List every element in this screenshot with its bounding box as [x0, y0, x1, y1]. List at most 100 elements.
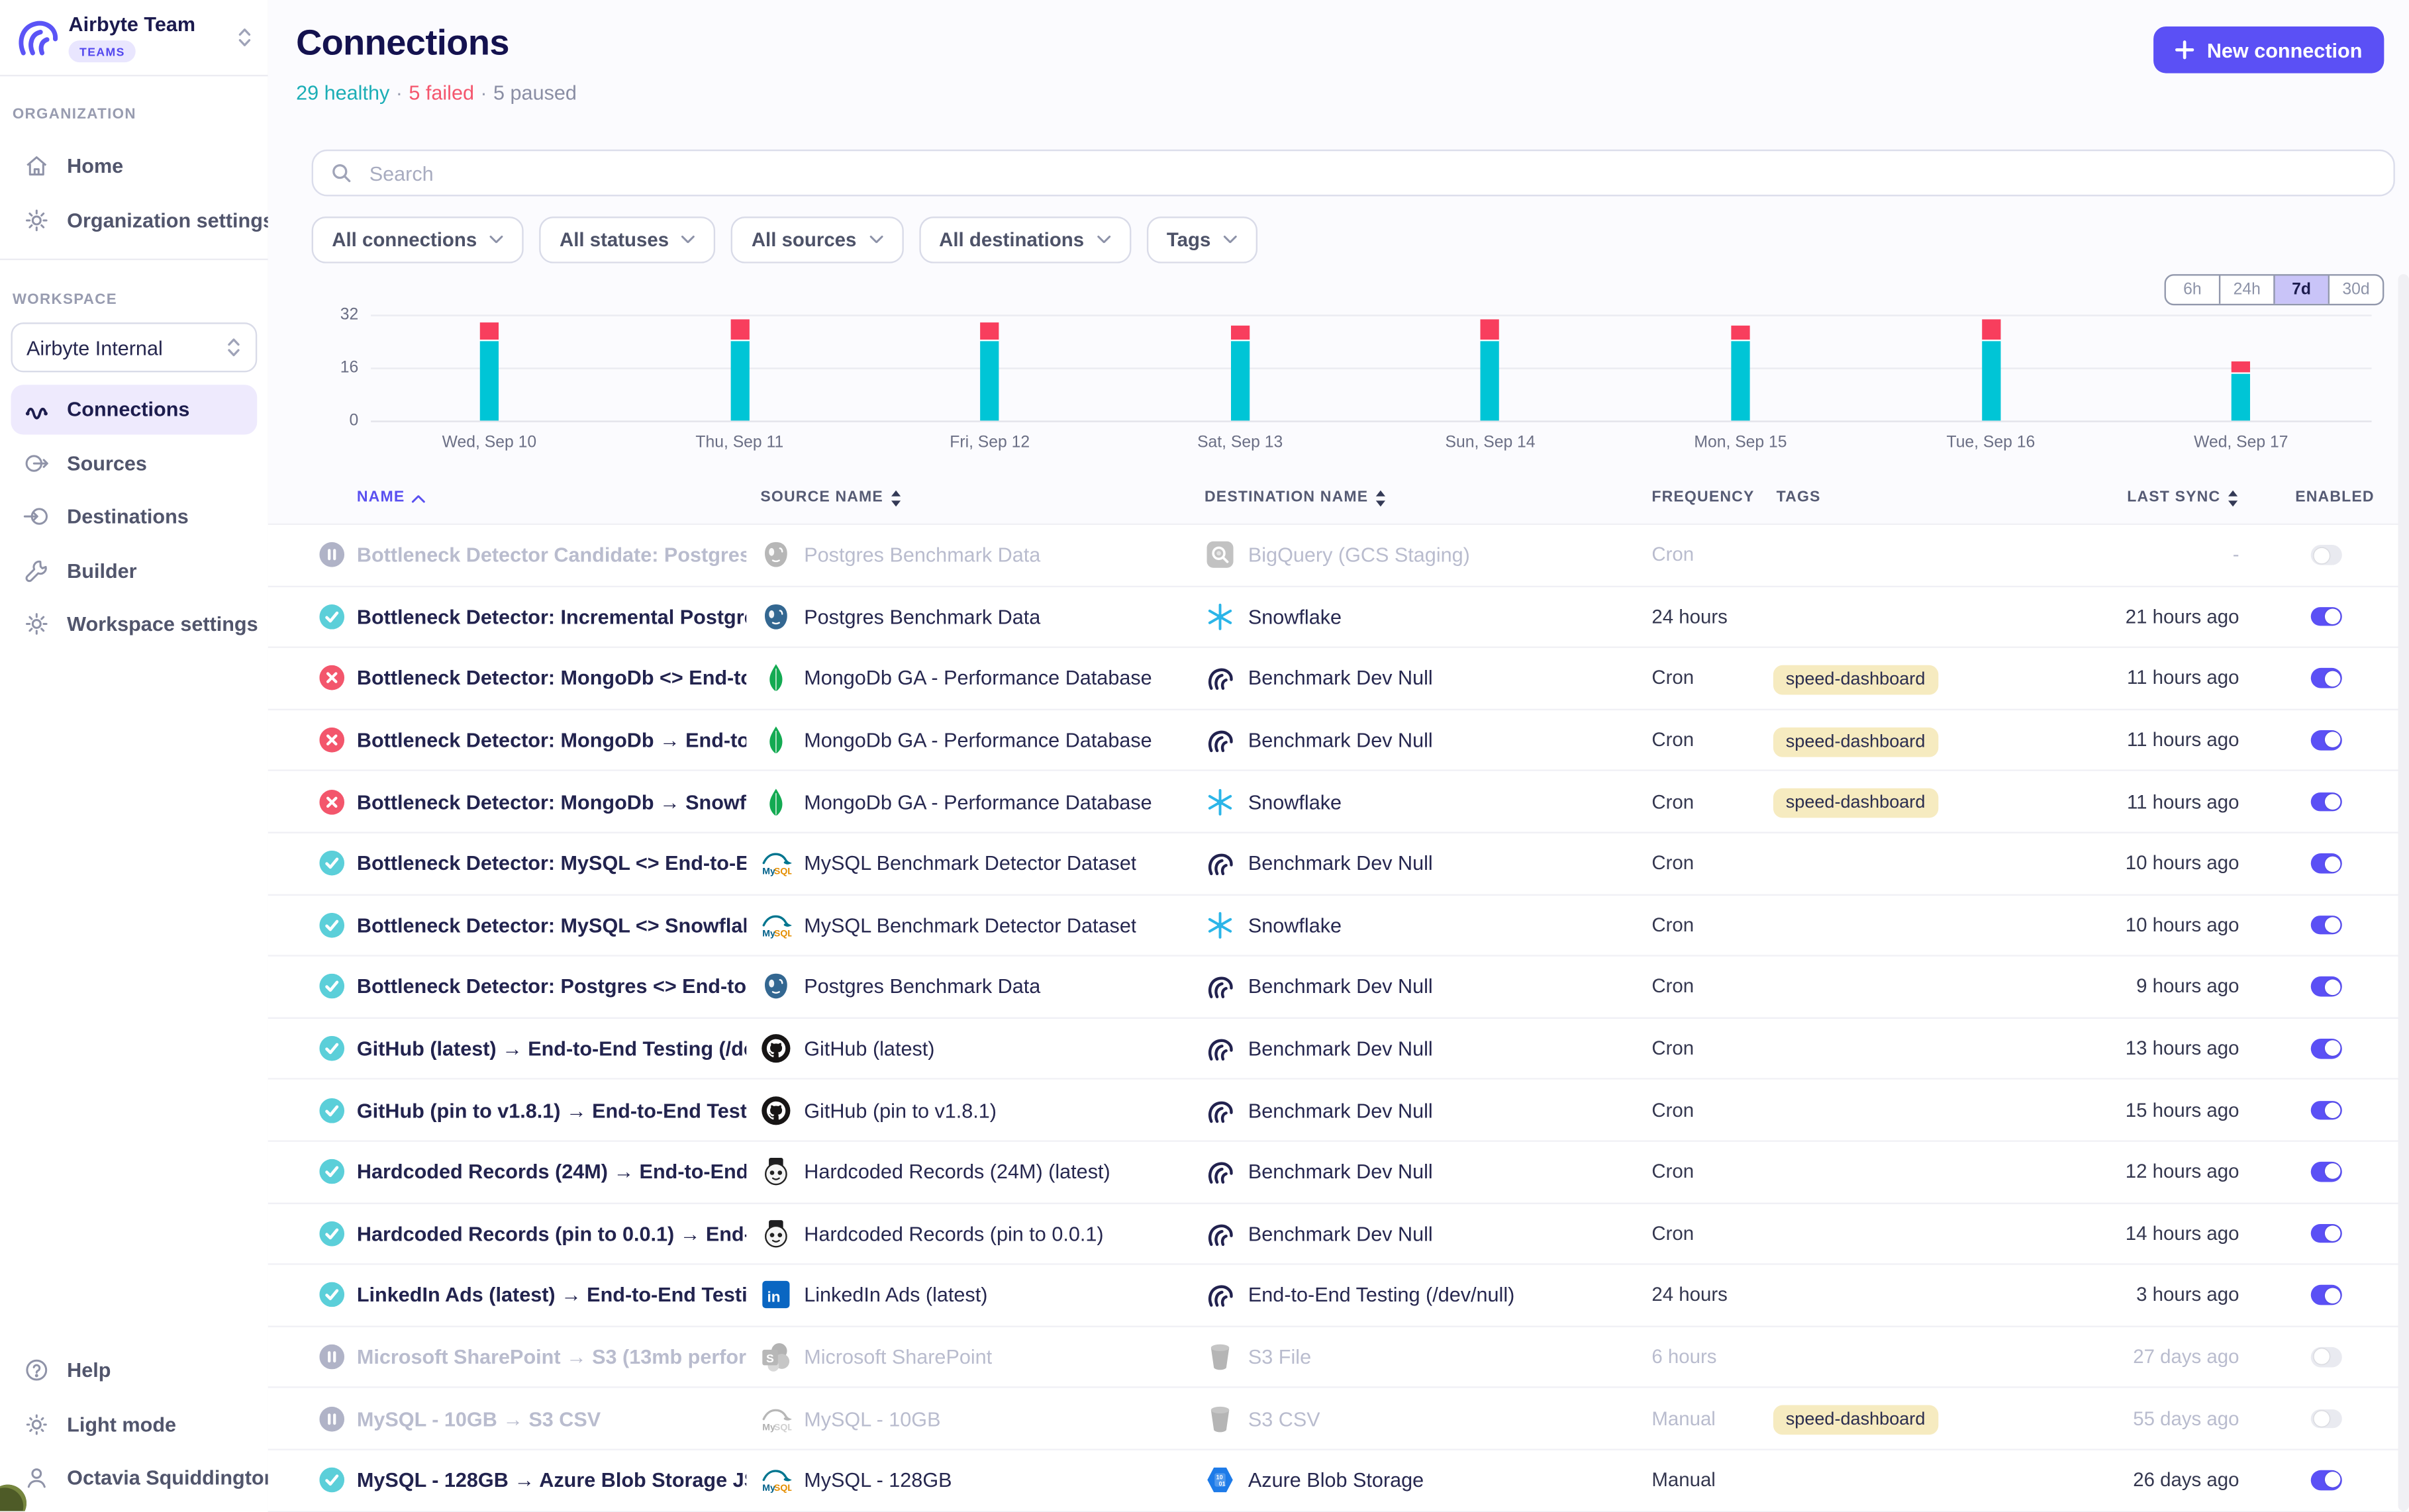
- scrollbar[interactable]: [2398, 274, 2409, 1511]
- sidebar-item-builder[interactable]: Builder: [11, 545, 257, 595]
- table-row[interactable]: Bottleneck Detector: MongoDb <> End-to-E…: [268, 648, 2409, 710]
- table-row[interactable]: Bottleneck Detector: Postgres <> End-to-…: [268, 957, 2409, 1018]
- linkedin-icon: in: [760, 1280, 791, 1311]
- search-bar[interactable]: [312, 150, 2395, 197]
- time-range-24h[interactable]: 24h: [2219, 276, 2273, 304]
- bar-failed-tue-sep-16[interactable]: [1981, 319, 2000, 339]
- search-input[interactable]: [366, 160, 2377, 186]
- filter-all-connections[interactable]: All connections: [312, 216, 524, 263]
- gridline: [371, 420, 2371, 422]
- bar-failed-mon-sep-15[interactable]: [1731, 326, 1749, 339]
- source-name: Postgres Benchmark Data: [804, 605, 1040, 628]
- sidebar-footer: HelpLight modeOctavia Squiddington: [0, 1341, 268, 1506]
- tag-badge: speed-dashboard: [1773, 1405, 1938, 1435]
- table-row[interactable]: MySQL - 128GB → Azure Blob Storage JSOn …: [268, 1450, 2409, 1512]
- sidebar-item-destinations[interactable]: Destinations: [11, 491, 257, 541]
- table-row[interactable]: MySQL - 10GB → S3 CSVMySQLMySQL - 10GBS3…: [268, 1388, 2409, 1450]
- enabled-toggle[interactable]: [2311, 730, 2342, 749]
- x-axis-label: Tue, Sep 16: [1905, 433, 2077, 451]
- app-window: Airbyte Team TEAMS ORGANIZATION HomeOrga…: [0, 0, 2409, 1511]
- sidebar-item-connections[interactable]: Connections: [11, 384, 257, 434]
- enabled-toggle[interactable]: [2311, 1039, 2342, 1058]
- sidebar-item-sources[interactable]: Sources: [11, 438, 257, 487]
- workspace-selector[interactable]: Airbyte Internal: [11, 322, 257, 372]
- bar-healthy-fri-sep-12[interactable]: [981, 341, 999, 420]
- snowflake-icon: [1204, 601, 1236, 632]
- enabled-toggle[interactable]: [2311, 1347, 2342, 1366]
- enabled-toggle[interactable]: [2311, 545, 2342, 565]
- bar-healthy-sun-sep-14[interactable]: [1481, 341, 1499, 420]
- filter-tags[interactable]: Tags: [1146, 216, 1257, 263]
- column-header-last-sync[interactable]: LAST SYNC: [1982, 489, 2239, 506]
- team-plan-badge: TEAMS: [69, 40, 136, 62]
- column-header-destination-name[interactable]: DESTINATION NAME: [1204, 489, 1387, 506]
- filter-all-sources[interactable]: All sources: [731, 216, 903, 263]
- table-row[interactable]: Bottleneck Detector: MySQL <> End-to-End…: [268, 833, 2409, 895]
- bar-healthy-sat-sep-13[interactable]: [1231, 341, 1250, 420]
- table-row[interactable]: Bottleneck Detector: Incremental Postgre…: [268, 587, 2409, 648]
- filter-label: Tags: [1167, 229, 1210, 251]
- enabled-toggle[interactable]: [2311, 1286, 2342, 1305]
- frequency: Cron: [1651, 729, 1694, 751]
- enabled-toggle[interactable]: [2311, 607, 2342, 626]
- source-name: GitHub (latest): [804, 1037, 934, 1060]
- time-range-6h[interactable]: 6h: [2166, 276, 2219, 304]
- bar-failed-fri-sep-12[interactable]: [981, 322, 999, 339]
- bar-healthy-wed-sep-17[interactable]: [2232, 374, 2250, 420]
- filter-all-destinations[interactable]: All destinations: [919, 216, 1131, 263]
- table-row[interactable]: Bottleneck Detector Candidate: Postgres …: [268, 524, 2409, 587]
- toggle-knob: [2324, 609, 2340, 625]
- bar-failed-wed-sep-17[interactable]: [2232, 362, 2250, 372]
- time-range-30d[interactable]: 30d: [2328, 276, 2383, 304]
- new-connection-button[interactable]: New connection: [2154, 26, 2384, 73]
- bar-healthy-tue-sep-16[interactable]: [1981, 341, 2000, 420]
- sidebar-item-organization-settings[interactable]: Organization settings: [11, 195, 257, 244]
- bar-healthy-thu-sep-11[interactable]: [730, 341, 749, 420]
- column-header-name[interactable]: NAME: [357, 489, 425, 506]
- bar-healthy-mon-sep-15[interactable]: [1731, 341, 1749, 420]
- enabled-toggle[interactable]: [2311, 792, 2342, 811]
- enabled-toggle[interactable]: [2311, 1470, 2342, 1489]
- toggle-knob: [2324, 1288, 2340, 1303]
- sidebar-item-label: Destinations: [67, 504, 189, 528]
- table-row[interactable]: Bottleneck Detector: MongoDb → End-to-En…: [268, 710, 2409, 772]
- status-healthy-icon: [319, 1098, 344, 1123]
- time-range-7d[interactable]: 7d: [2273, 276, 2328, 304]
- sidebar-item-home[interactable]: Home: [11, 141, 257, 191]
- help-icon: [23, 1357, 50, 1384]
- separator-dot: ·: [480, 81, 487, 104]
- table-row[interactable]: Bottleneck Detector: MySQL <> SnowflakeM…: [268, 895, 2409, 957]
- team-switcher[interactable]: Airbyte Team TEAMS: [0, 0, 268, 76]
- enabled-toggle[interactable]: [2311, 1224, 2342, 1243]
- airbyte-icon: [1204, 1280, 1236, 1311]
- table-row[interactable]: Bottleneck Detector: MongoDb → Snowflake…: [268, 772, 2409, 833]
- enabled-toggle[interactable]: [2311, 916, 2342, 935]
- table-row[interactable]: Hardcoded Records (24M) → End-to-End Te.…: [268, 1142, 2409, 1204]
- table-row[interactable]: GitHub (latest) → End-to-End Testing (/d…: [268, 1018, 2409, 1080]
- enabled-toggle[interactable]: [2311, 1409, 2342, 1428]
- sidebar-item-octavia-squiddington[interactable]: Octavia Squiddington: [11, 1452, 257, 1502]
- table-row[interactable]: Microsoft SharePoint → S3 (13mb performa…: [268, 1327, 2409, 1388]
- sidebar-item-help[interactable]: Help: [11, 1345, 257, 1395]
- sidebar-item-light-mode[interactable]: Light mode: [11, 1399, 257, 1448]
- enabled-toggle[interactable]: [2311, 977, 2342, 996]
- enabled-toggle[interactable]: [2311, 1100, 2342, 1119]
- last-sync: 21 hours ago: [1982, 606, 2239, 628]
- column-header-source-name[interactable]: SOURCE NAME: [760, 489, 902, 506]
- table-row[interactable]: GitHub (pin to v1.8.1) → End-to-End Test…: [268, 1080, 2409, 1142]
- table-row[interactable]: LinkedIn Ads (latest) → End-to-End Testi…: [268, 1265, 2409, 1327]
- enabled-toggle[interactable]: [2311, 1162, 2342, 1181]
- sidebar-item-workspace-settings[interactable]: Workspace settings: [11, 599, 257, 649]
- source-name: Microsoft SharePoint: [804, 1345, 992, 1368]
- destination-name: S3 CSV: [1248, 1407, 1320, 1430]
- table-row[interactable]: Hardcoded Records (pin to 0.0.1) → End-t…: [268, 1204, 2409, 1265]
- enabled-toggle[interactable]: [2311, 669, 2342, 688]
- filter-label: All sources: [752, 229, 857, 251]
- bar-failed-sat-sep-13[interactable]: [1231, 326, 1250, 339]
- bar-failed-thu-sep-11[interactable]: [730, 319, 749, 339]
- filter-all-statuses[interactable]: All statuses: [539, 216, 715, 263]
- bar-healthy-wed-sep-10[interactable]: [480, 341, 499, 420]
- enabled-toggle[interactable]: [2311, 854, 2342, 873]
- bar-failed-sun-sep-14[interactable]: [1481, 319, 1499, 339]
- bar-failed-wed-sep-10[interactable]: [480, 322, 499, 339]
